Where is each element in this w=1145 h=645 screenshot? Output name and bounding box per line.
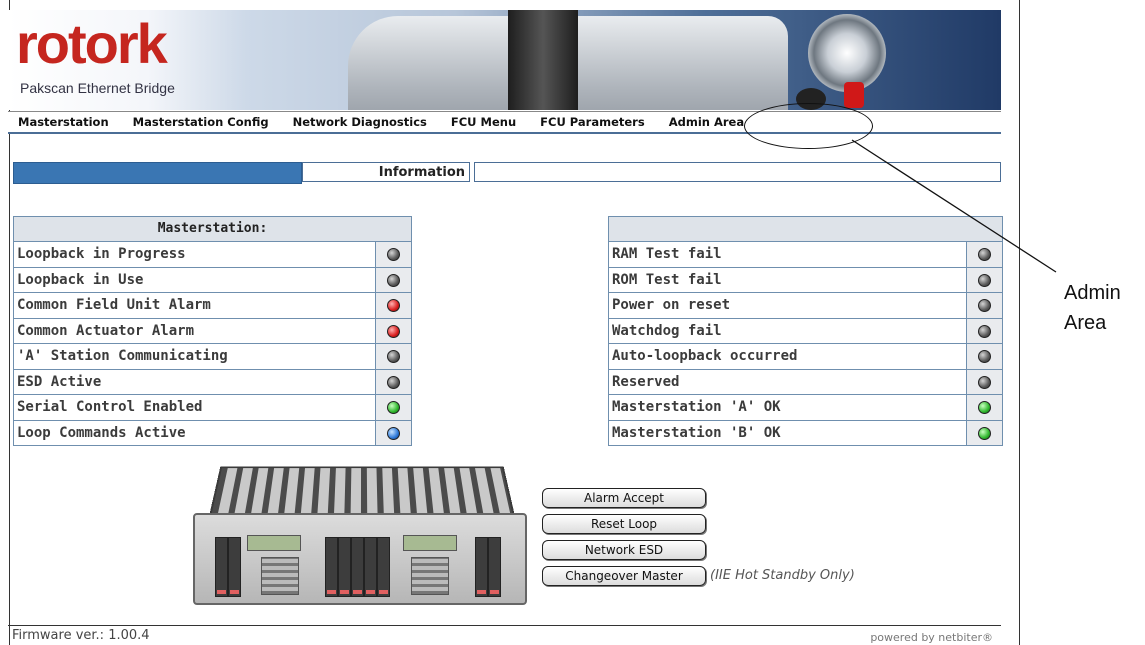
annotation-line-1: Admin xyxy=(1064,278,1121,308)
annotation-line-2: Area xyxy=(1064,308,1121,338)
annotation-pointer-line xyxy=(0,0,1145,645)
annotation-label: Admin Area xyxy=(1064,278,1121,338)
